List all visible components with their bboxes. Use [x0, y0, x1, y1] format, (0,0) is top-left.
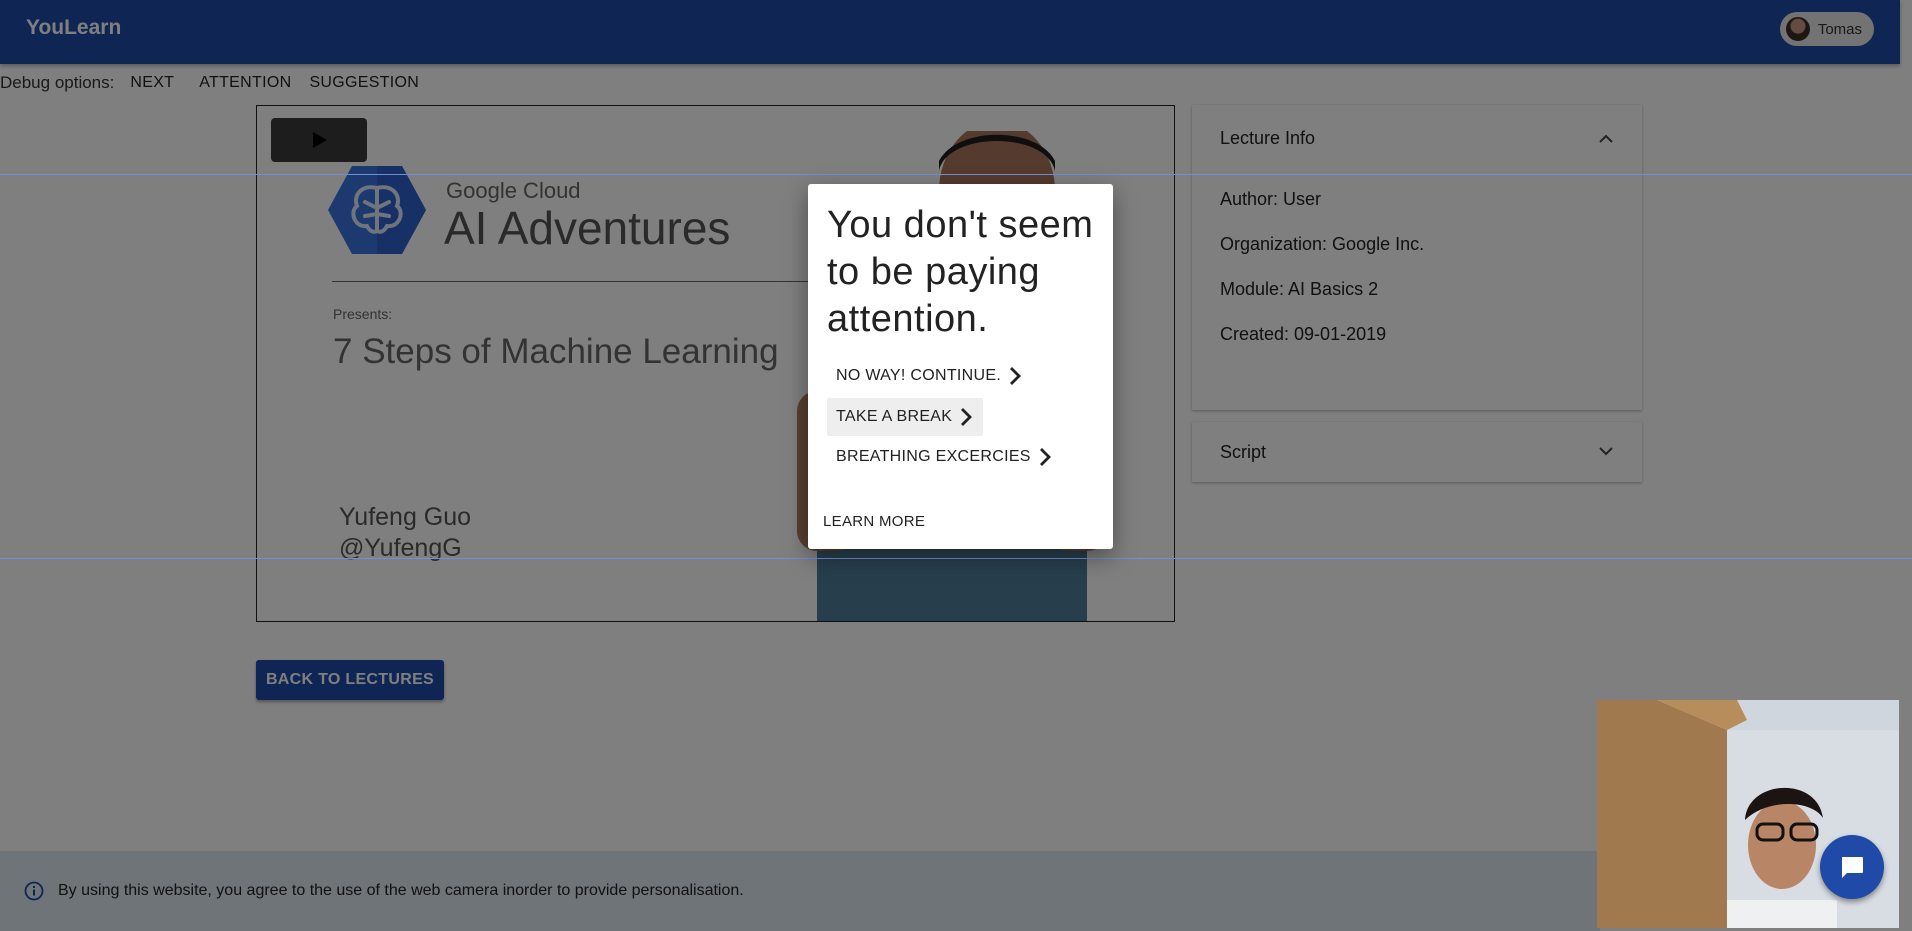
- continue-option[interactable]: NO WAY! CONTINUE.: [827, 357, 1032, 395]
- breathing-exercises-option[interactable]: BREATHING EXCERCIES: [827, 438, 1062, 476]
- guide-line-top: [0, 174, 1912, 175]
- chevron-right-icon: [961, 408, 973, 426]
- continue-option-label: NO WAY! CONTINUE.: [836, 367, 1002, 384]
- chevron-right-icon: [1039, 448, 1051, 466]
- chevron-right-icon: [1010, 367, 1022, 385]
- learn-more-button[interactable]: LEARN MORE: [823, 513, 925, 530]
- take-break-option[interactable]: TAKE A BREAK: [827, 398, 984, 436]
- chat-icon: [1842, 857, 1863, 878]
- take-break-option-label: TAKE A BREAK: [836, 408, 953, 425]
- breathing-exercises-option-label: BREATHING EXCERCIES: [836, 448, 1031, 465]
- attention-dialog: You don't seem to be paying attention. N…: [808, 184, 1113, 549]
- dialog-heading: You don't seem to be paying attention.: [827, 204, 1094, 340]
- chat-button[interactable]: [1820, 835, 1884, 899]
- guide-line-bottom: [0, 558, 1912, 559]
